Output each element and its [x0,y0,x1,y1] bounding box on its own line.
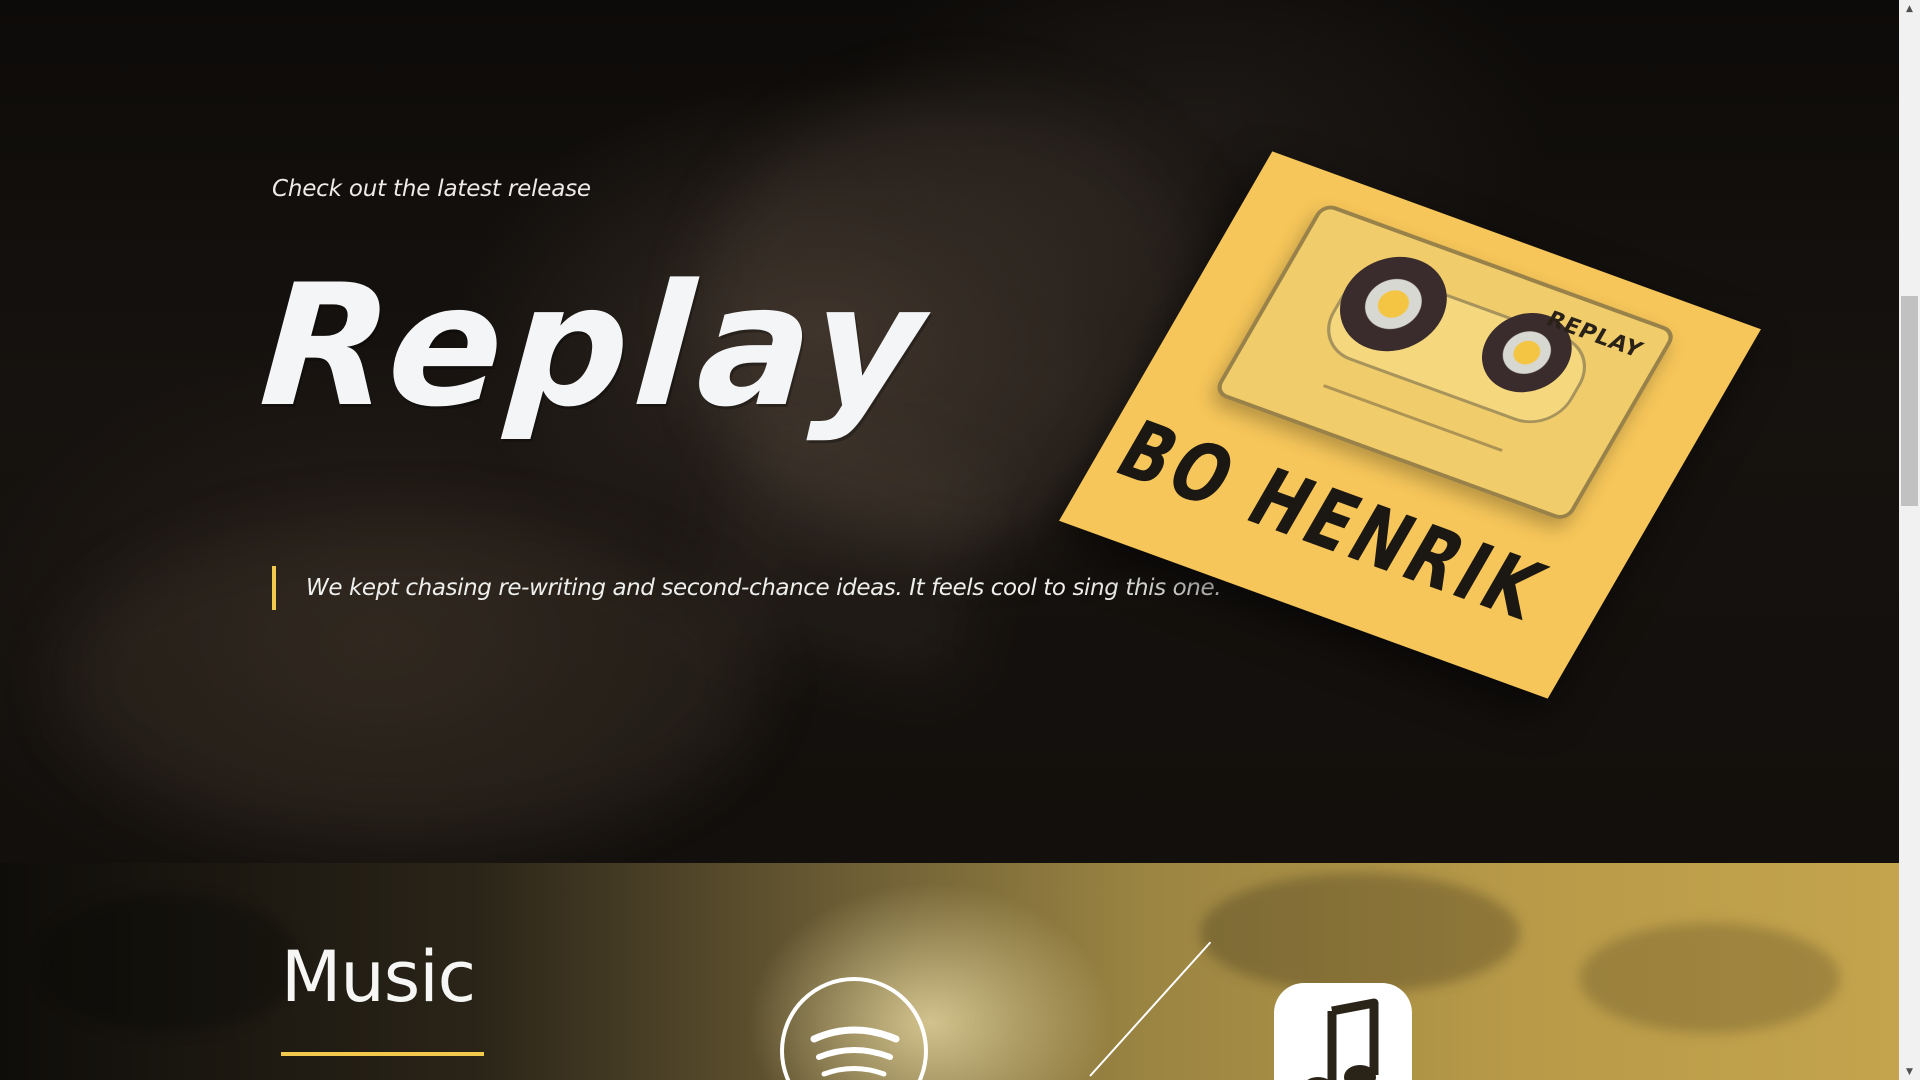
scroll-thumb[interactable] [1901,296,1918,506]
latest-release-eyebrow: Check out the latest release [272,176,591,202]
page-scrollbar[interactable]: ▲ ▼ [1899,0,1920,1080]
scroll-down-arrow-icon[interactable]: ▼ [1899,1063,1920,1080]
release-quote: We kept chasing re-writing and second-ch… [272,566,1222,610]
page: Check out the latest release Replay We k… [0,0,1899,1080]
music-heading-underline [281,1052,484,1056]
spotify-icon [810,1026,900,1077]
release-quote-text: We kept chasing re-writing and second-ch… [306,575,1222,601]
latest-release-section: Check out the latest release Replay We k… [0,0,1899,863]
spotify-link[interactable] [780,977,928,1080]
background-foliage [40,893,300,1033]
background-foliage [1580,923,1840,1033]
music-heading: Music [281,936,476,1018]
release-title: Replay [255,248,936,444]
scroll-up-arrow-icon[interactable]: ▲ [1899,0,1920,17]
apple-music-icon [1307,998,1379,1080]
apple-music-link[interactable] [1274,983,1412,1080]
background-foliage [1200,873,1520,993]
